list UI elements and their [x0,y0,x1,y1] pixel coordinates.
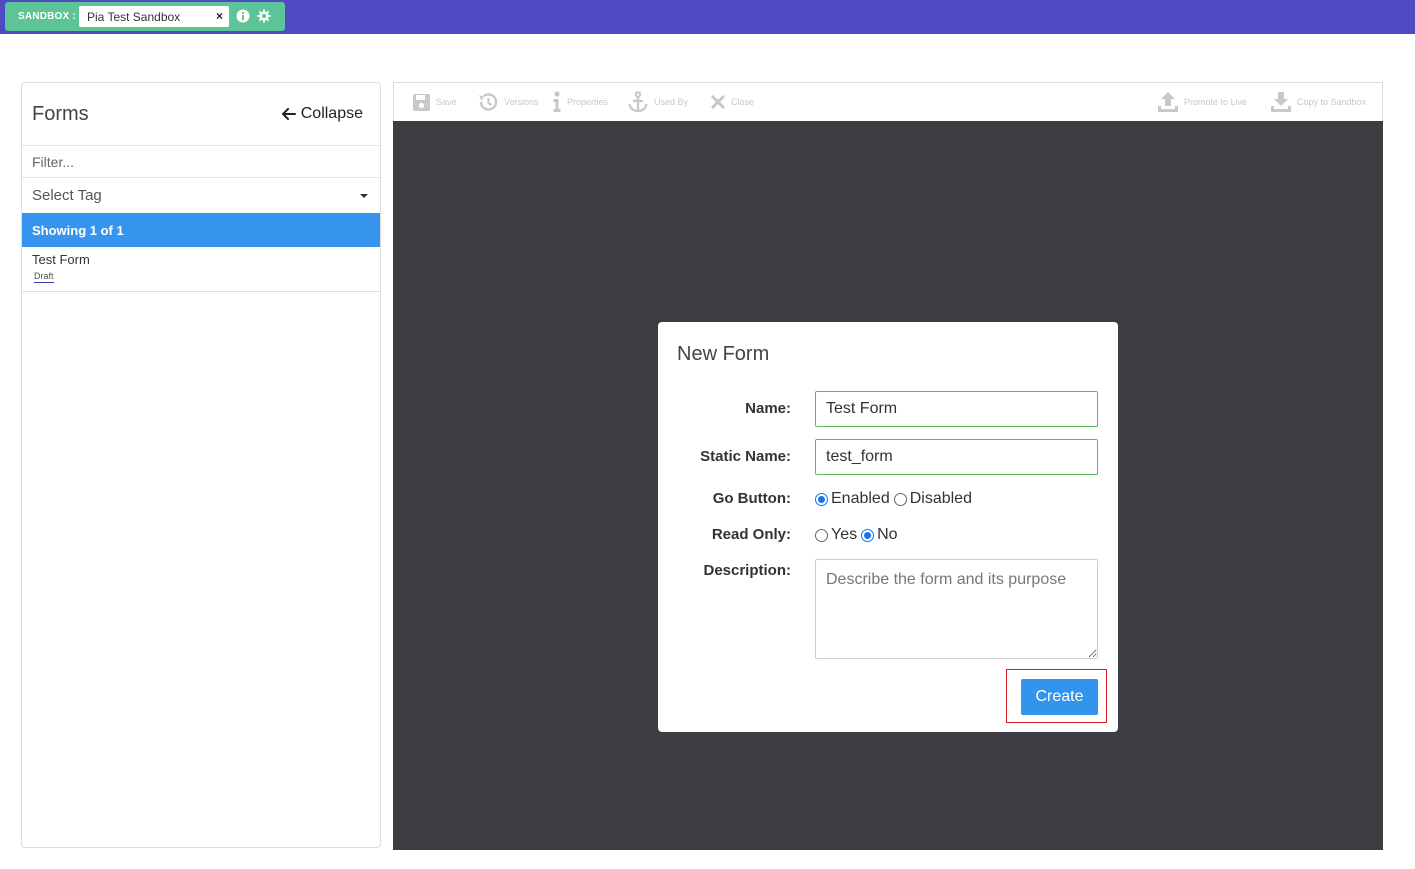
caret-down-icon [360,193,368,198]
sandbox-label: SANDBOX : [18,11,76,22]
promote-to-live-button[interactable]: Promote to Live [1157,83,1247,121]
close-button[interactable]: Close [710,83,754,121]
new-form-modal: New Form Name: Static Name: Go Button: E… [658,322,1118,732]
tag-select-label: Select Tag [32,187,102,204]
used-by-label: Used By [654,97,689,107]
read-only-yes-radio[interactable] [815,528,828,542]
read-only-no-label: No [877,526,898,543]
showing-count: Showing 1 of 1 [22,213,380,247]
copy-to-sandbox-button[interactable]: Copy to Sandbox [1270,83,1366,121]
download-icon [1271,92,1291,112]
properties-label: Properties [567,97,609,107]
read-only-options: Yes No [815,526,902,544]
arrow-left-icon [281,108,296,120]
read-only-yes-label: Yes [831,526,858,543]
sandbox-select[interactable]: Pia Test Sandbox × [79,6,229,27]
history-icon [479,93,498,111]
editor-canvas: New Form Name: Static Name: Go Button: E… [393,121,1383,850]
gear-icon[interactable] [257,9,271,23]
name-input[interactable] [815,391,1098,427]
save-label: Save [436,97,457,107]
upload-icon [1158,92,1178,112]
list-item-name: Test Form [32,252,90,267]
name-label: Name: [745,400,791,417]
info-icon[interactable] [236,9,250,23]
go-button-options: Enabled Disabled [815,490,976,508]
status-badge: Draft [34,271,54,283]
filter-input[interactable] [22,145,380,178]
copy-label: Copy to Sandbox [1297,97,1367,107]
read-only-no-radio[interactable] [861,528,875,542]
info-letter-icon [553,91,561,112]
forms-panel: Forms Collapse Select Tag Showing 1 of 1… [21,82,381,848]
description-textarea[interactable] [815,559,1098,659]
anchor-icon [628,91,648,113]
create-button[interactable]: Create [1021,679,1098,715]
go-disabled-label: Disabled [909,490,972,507]
top-bar: SANDBOX : Pia Test Sandbox × [0,0,1415,34]
save-icon [413,93,430,111]
go-enabled-label: Enabled [831,490,890,507]
save-button[interactable]: Save [412,83,457,121]
close-icon [710,94,726,110]
modal-title: New Form [677,343,770,365]
list-item[interactable]: Test Form Draft [22,247,380,292]
clear-icon[interactable]: × [216,9,223,23]
read-only-label: Read Only: [711,526,791,543]
panel-title: Forms [32,103,89,125]
versions-button[interactable]: Versions [477,83,539,121]
static-name-label: Static Name: [700,448,791,465]
tag-select[interactable]: Select Tag [22,179,380,212]
used-by-button[interactable]: Used By [627,83,688,121]
go-enabled-radio[interactable] [815,492,828,506]
editor-area: Save Versions Properties Used By Close P… [393,82,1383,850]
close-label: Close [731,97,755,107]
go-disabled-radio[interactable] [893,492,907,506]
static-name-input[interactable] [815,439,1098,475]
toolbar: Save Versions Properties Used By Close P… [393,82,1383,121]
versions-label: Versions [504,97,539,107]
description-label: Description: [703,562,791,579]
promote-label: Promote to Live [1184,97,1248,107]
properties-button[interactable]: Properties [552,83,608,121]
sandbox-selector: SANDBOX : Pia Test Sandbox × [5,2,285,31]
sandbox-select-value: Pia Test Sandbox [87,10,181,24]
collapse-label: Collapse [300,105,363,122]
go-button-label: Go Button: [712,490,791,507]
collapse-button[interactable]: Collapse [281,105,363,123]
